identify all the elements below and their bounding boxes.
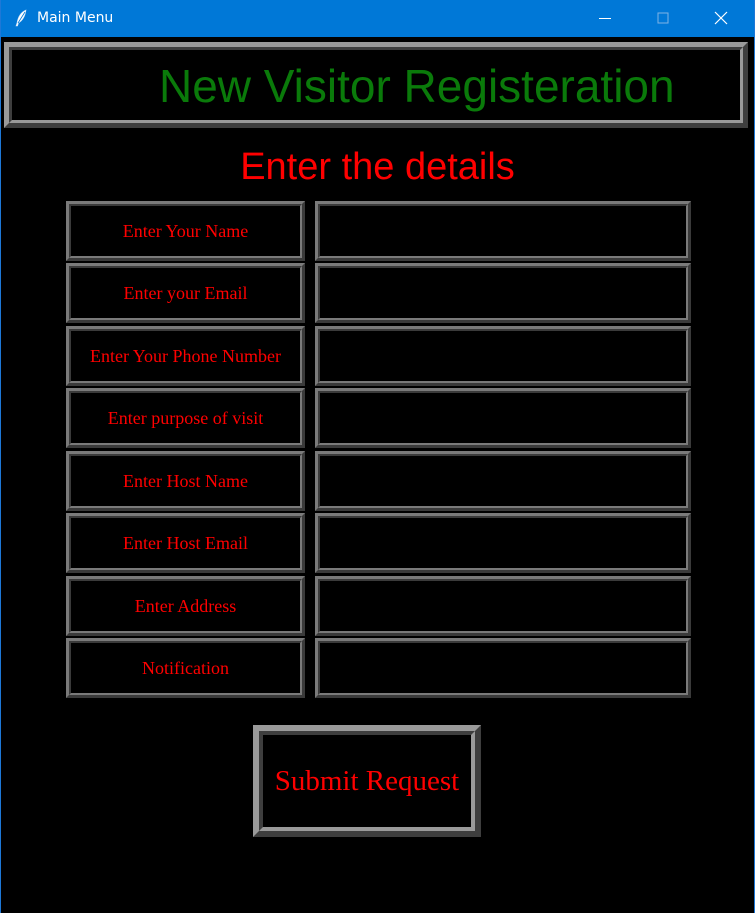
form-row-name: Enter Your Name (1, 201, 754, 263)
name-label: Enter Your Name (122, 220, 249, 241)
host-name-entry-box (315, 451, 691, 511)
header-frame: New Visitor Registeration (4, 42, 748, 128)
host-email-label-box: Enter Host Email (66, 513, 305, 573)
purpose-of-visit-label: Enter purpose of visit (107, 407, 264, 428)
phone-number-label: Enter Your Phone Number (90, 345, 281, 366)
minimize-icon (599, 18, 611, 19)
window-title: Main Menu (37, 10, 114, 26)
form-subtitle: Enter the details (240, 146, 515, 188)
app-window: Main Menu New Visitor Registeration Ente… (0, 0, 755, 913)
close-icon (714, 11, 728, 25)
close-button[interactable] (692, 0, 750, 37)
form-row-host-email: Enter Host Email (1, 513, 754, 575)
purpose-of-visit-label-box: Enter purpose of visit (66, 388, 305, 448)
maximize-button[interactable] (634, 0, 692, 37)
name-entry-box (315, 201, 691, 261)
email-label: Enter your Email (123, 282, 248, 303)
purpose-of-visit-entry-box (315, 388, 691, 448)
name-label-box: Enter Your Name (66, 201, 305, 261)
notification-label-box: Notification (66, 638, 305, 698)
feather-icon (13, 9, 29, 27)
phone-number-input[interactable] (323, 334, 683, 378)
host-email-input[interactable] (323, 521, 683, 565)
host-email-label: Enter Host Email (123, 532, 248, 553)
form-row-phone-number: Enter Your Phone Number (1, 326, 754, 388)
address-input[interactable] (323, 584, 683, 628)
phone-number-label-box: Enter Your Phone Number (66, 326, 305, 386)
name-input[interactable] (323, 209, 683, 253)
host-email-entry-box (315, 513, 691, 573)
form-row-address: Enter Address (1, 576, 754, 638)
title-bar[interactable]: Main Menu (1, 0, 754, 37)
email-label-box: Enter your Email (66, 263, 305, 323)
form-row-host-name: Enter Host Name (1, 451, 754, 513)
address-label-box: Enter Address (66, 576, 305, 636)
form-row-email: Enter your Email (1, 263, 754, 325)
host-name-input[interactable] (323, 459, 683, 503)
form-row-notification: Notification (1, 638, 754, 700)
page-title: New Visitor Registeration (159, 60, 675, 112)
host-name-label: Enter Host Name (123, 470, 248, 491)
email-input[interactable] (323, 271, 683, 315)
form-row-purpose-of-visit: Enter purpose of visit (1, 388, 754, 450)
maximize-icon (657, 12, 669, 24)
notification-input[interactable] (323, 646, 683, 690)
email-entry-box (315, 263, 691, 323)
notification-label: Notification (142, 657, 229, 678)
address-label: Enter Address (134, 595, 237, 616)
submit-request-button[interactable]: Submit Request (253, 725, 481, 837)
phone-number-entry-box (315, 326, 691, 386)
host-name-label-box: Enter Host Name (66, 451, 305, 511)
minimize-button[interactable] (576, 0, 634, 37)
submit-request-label: Submit Request (274, 764, 460, 797)
address-entry-box (315, 576, 691, 636)
purpose-of-visit-input[interactable] (323, 396, 683, 440)
notification-entry-box (315, 638, 691, 698)
